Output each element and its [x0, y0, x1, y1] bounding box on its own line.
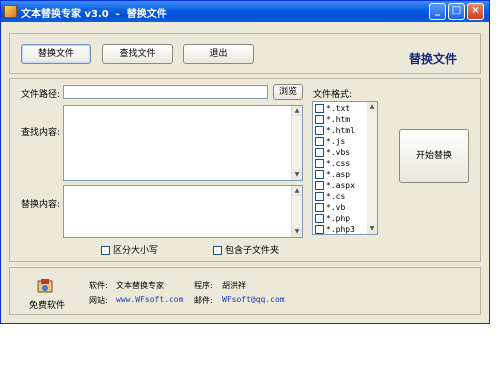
footer-group: [9, 267, 481, 315]
replace-label: 替换内容:: [21, 200, 61, 210]
software-value: 文本替换专家: [116, 281, 164, 290]
replace-textarea[interactable]: ▲ ▼: [63, 185, 303, 238]
exit-button[interactable]: 退出: [183, 44, 254, 64]
close-icon: ×: [471, 5, 480, 16]
list-item[interactable]: *.php3: [315, 224, 355, 234]
format-list[interactable]: *.txt *.htm *.html *.js *.vbs *.css *.as…: [312, 101, 378, 235]
scroll-up-icon[interactable]: ▲: [292, 186, 302, 196]
list-item[interactable]: *.asp: [315, 169, 350, 180]
checkbox[interactable]: [315, 225, 324, 234]
path-input[interactable]: [63, 85, 268, 99]
checkbox[interactable]: [315, 115, 324, 124]
include-subfolders-option[interactable]: 包含子文件夹: [213, 243, 279, 256]
free-software-icon: [37, 279, 53, 293]
list-item[interactable]: *.cs: [315, 191, 345, 202]
checkbox[interactable]: [213, 246, 222, 255]
list-item[interactable]: *.html: [315, 125, 355, 136]
checkbox[interactable]: [315, 159, 324, 168]
list-item[interactable]: *.htm: [315, 114, 350, 125]
list-item[interactable]: *.vb: [315, 202, 345, 213]
scroll-down-icon[interactable]: ▼: [292, 170, 302, 180]
checkbox[interactable]: [315, 104, 324, 113]
checkbox[interactable]: [315, 126, 324, 135]
replace-scrollbar[interactable]: ▲ ▼: [291, 186, 302, 237]
free-software-label: 免费软件: [29, 301, 66, 311]
list-item[interactable]: *.php: [315, 213, 350, 224]
site-label: 网站:: [89, 296, 108, 305]
site-link[interactable]: www.WFsoft.com: [116, 295, 183, 304]
format-list-scrollbar[interactable]: ▲ ▼: [367, 102, 377, 234]
find-label: 查找内容:: [21, 128, 61, 138]
minimize-button[interactable]: _: [429, 3, 446, 20]
find-scrollbar[interactable]: ▲ ▼: [291, 106, 302, 180]
checkbox[interactable]: [315, 214, 324, 223]
browse-button[interactable]: 浏览: [273, 84, 303, 100]
start-replace-button[interactable]: 开始替换: [399, 129, 469, 183]
format-label: 文件格式:: [313, 90, 353, 100]
list-item[interactable]: *.js: [315, 136, 345, 147]
scroll-down-icon[interactable]: ▼: [292, 227, 302, 237]
checkbox[interactable]: [315, 148, 324, 157]
checkbox[interactable]: [101, 246, 110, 255]
scroll-up-icon[interactable]: ▲: [292, 106, 302, 116]
list-item[interactable]: *.aspx: [315, 180, 355, 191]
list-item[interactable]: *.txt: [315, 103, 350, 114]
checkbox[interactable]: [315, 192, 324, 201]
list-item[interactable]: *.css: [315, 158, 350, 169]
checkbox[interactable]: [315, 137, 324, 146]
case-sensitive-option[interactable]: 区分大小写: [101, 243, 158, 256]
email-label: 邮件:: [194, 296, 213, 305]
checkbox[interactable]: [315, 170, 324, 179]
maximize-button[interactable]: □: [448, 3, 465, 20]
replace-files-button[interactable]: 替换文件: [21, 44, 91, 64]
find-files-button[interactable]: 查找文件: [102, 44, 173, 64]
list-item[interactable]: *.vbs: [315, 147, 350, 158]
app-icon: [4, 5, 17, 18]
scroll-up-icon[interactable]: ▲: [367, 102, 377, 112]
checkbox[interactable]: [315, 203, 324, 212]
window-title: 文本替换专家 v3.0 - 替换文件: [21, 9, 167, 20]
author-label: 程序:: [194, 281, 213, 290]
maximize-icon: □: [451, 5, 462, 16]
app-window: 文本替换专家 v3.0 - 替换文件 _ □ × 替换文件 查找文件 退出 替换…: [0, 0, 490, 324]
checkbox[interactable]: [315, 181, 324, 190]
author-value: 胡洪祥: [222, 281, 246, 290]
path-label: 文件路径:: [21, 90, 61, 100]
title-bar[interactable]: 文本替换专家 v3.0 - 替换文件 _ □ ×: [1, 1, 489, 22]
software-label: 软件:: [89, 281, 108, 290]
scroll-down-icon[interactable]: ▼: [367, 224, 377, 234]
minimize-icon: _: [435, 5, 440, 16]
find-textarea[interactable]: ▲ ▼: [63, 105, 303, 181]
page-heading: 替换文件: [409, 52, 458, 66]
email-link[interactable]: WFsoft@qq.com: [222, 295, 285, 304]
close-button[interactable]: ×: [467, 3, 484, 20]
